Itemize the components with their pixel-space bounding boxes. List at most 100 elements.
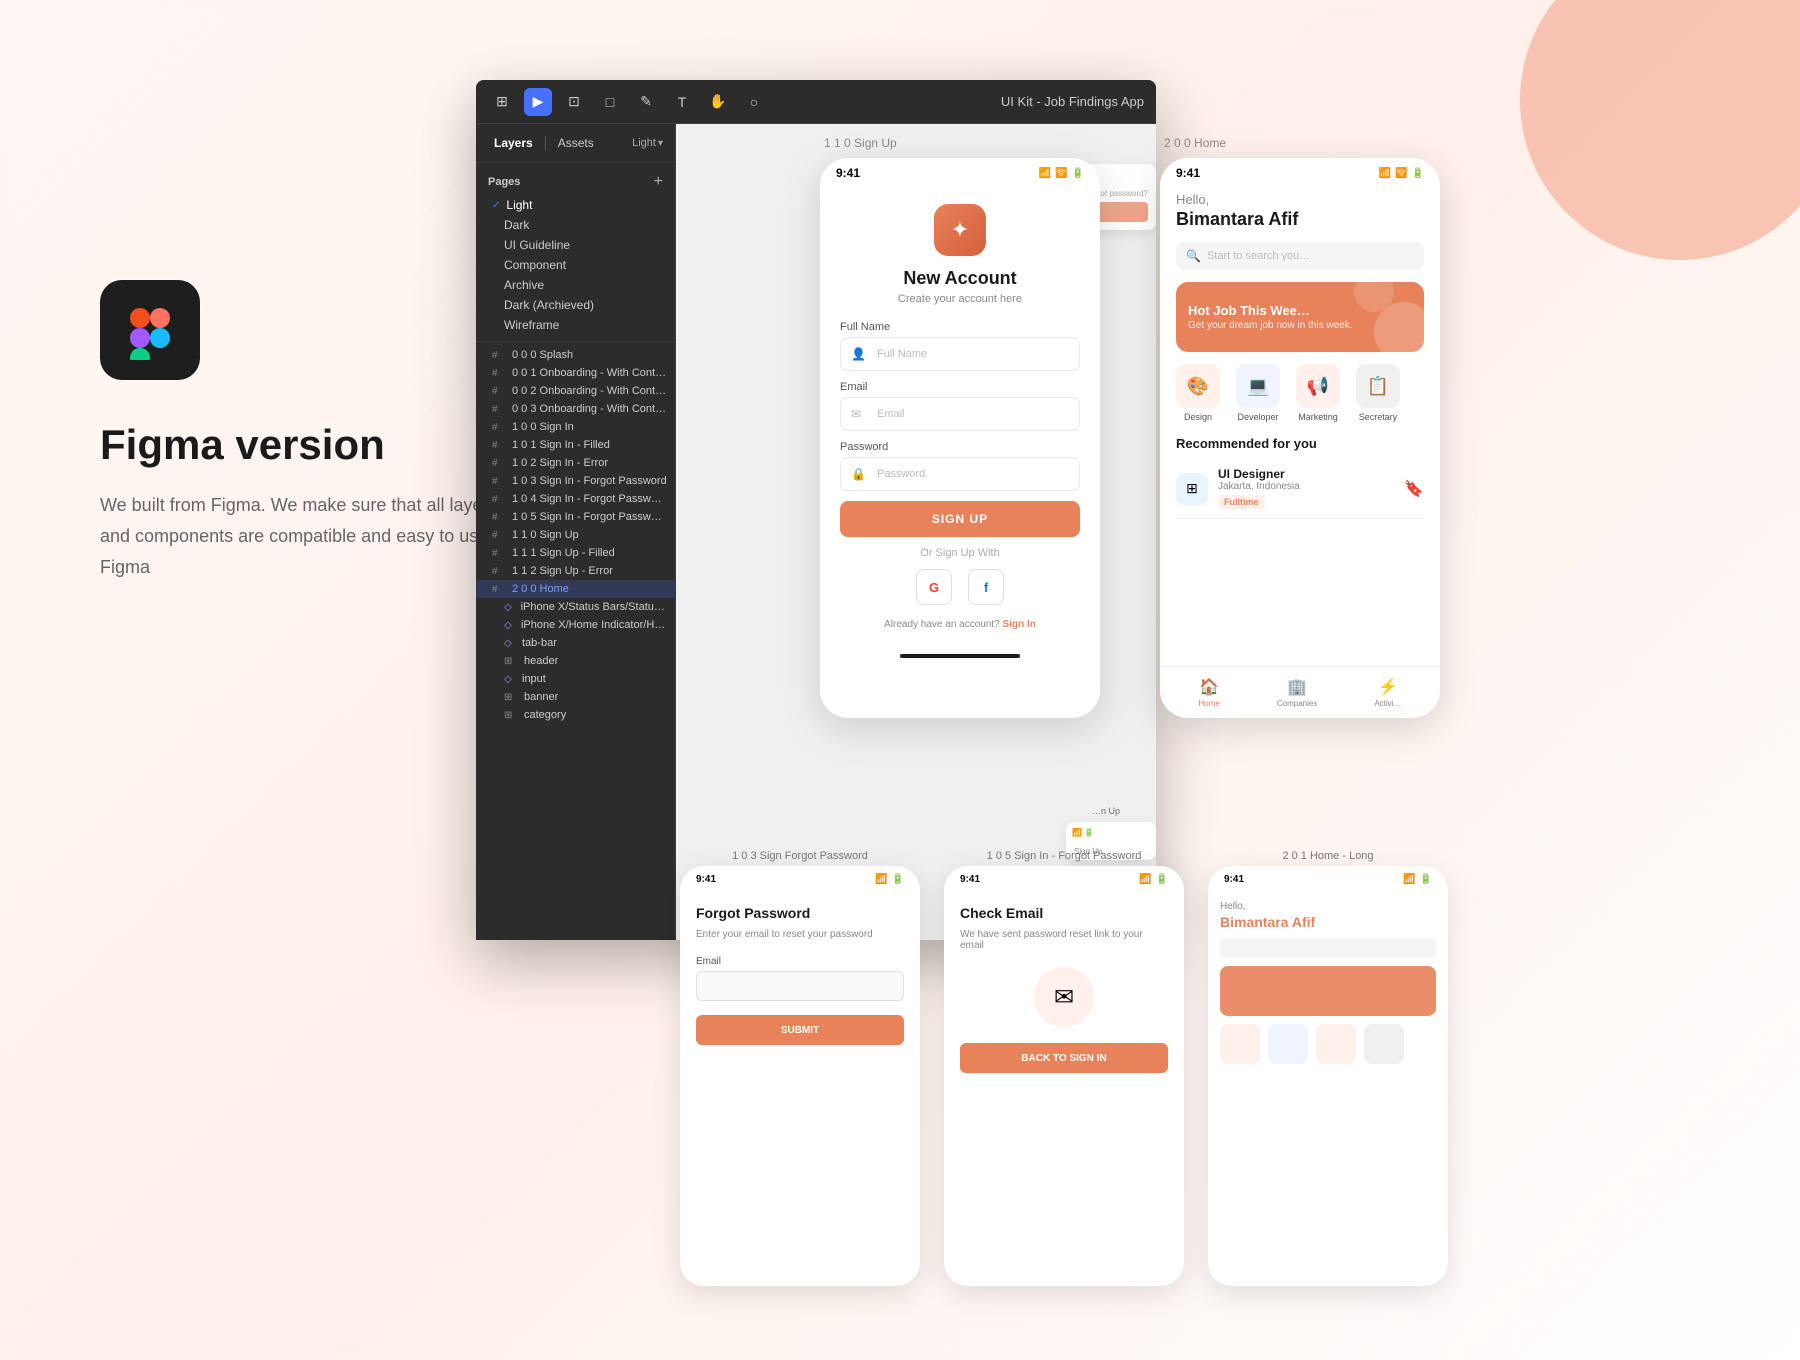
forgot-2-back-button[interactable]: BACK TO SIGN IN	[960, 1043, 1168, 1073]
theme-chevron: ▾	[658, 138, 663, 149]
bookmark-icon[interactable]: 🔖	[1404, 479, 1424, 499]
toolbar-shape-icon[interactable]: □	[596, 88, 624, 116]
layer-100-signin[interactable]: # 1 0 0 Sign In	[476, 418, 675, 436]
component-icon: ◇	[504, 602, 515, 613]
panel-tabs: Layers Assets Light ▾	[476, 124, 675, 163]
layer-001-onboarding[interactable]: # 0 0 1 Onboarding - With Control -…	[476, 364, 675, 382]
page-item-dark[interactable]: Dark	[476, 215, 675, 235]
layer-group-icon: ⊞	[504, 656, 518, 667]
battery-icon: 🔋	[892, 874, 904, 885]
layer-frame-icon: #	[492, 458, 506, 469]
home-search-bar[interactable]: 🔍 Start to search you…	[1176, 242, 1424, 270]
email-sent-icon: ✉	[1034, 967, 1094, 1027]
forgot-1-submit-button[interactable]: SUBMIT	[696, 1015, 904, 1045]
layer-category[interactable]: ⊞ category	[476, 706, 675, 724]
status-time: 9:41	[836, 166, 860, 180]
home-long-status-bar: 9:41 📶 🔋	[1208, 866, 1448, 889]
home-long-banner	[1220, 966, 1436, 1016]
signup-button[interactable]: SIGN UP	[840, 501, 1080, 537]
pages-header: Pages +	[476, 169, 675, 195]
toolbar-frame-icon[interactable]: ⊡	[560, 88, 588, 116]
cat-icon-2	[1268, 1024, 1308, 1064]
signal-icon: 📶	[875, 874, 887, 885]
nav-item-companies[interactable]: 🏢 Companies	[1277, 677, 1317, 708]
layer-iphone-statusbar[interactable]: ◇ iPhone X/Status Bars/Status Ba…	[476, 598, 675, 616]
password-label: Password	[840, 441, 1080, 453]
toolbar-cursor-icon[interactable]: ▶	[524, 88, 552, 116]
layer-000-splash[interactable]: # 0 0 0 Splash	[476, 346, 675, 364]
layer-banner[interactable]: ⊞ banner	[476, 688, 675, 706]
job-card-ui-designer[interactable]: ⊞ UI Designer Jakarta, Indonesia Fulltim…	[1176, 459, 1424, 519]
tab-assets[interactable]: Assets	[552, 132, 600, 154]
signin-link[interactable]: Sign In	[1003, 619, 1036, 630]
layer-103-forgot[interactable]: # 1 0 3 Sign In - Forgot Password	[476, 472, 675, 490]
signup-screen-container: 1 1 0 Sign Up 9:41 📶 🛜 🔋 ✦ New Account C…	[820, 158, 1100, 718]
layer-102-signin-error[interactable]: # 1 0 2 Sign In - Error	[476, 454, 675, 472]
fullname-input[interactable]: 👤 Full Name	[840, 337, 1080, 371]
pages-label: Pages	[488, 176, 520, 188]
page-item-light[interactable]: Light	[476, 195, 675, 215]
company-logo-slack: ⊞	[1176, 473, 1208, 505]
layer-header[interactable]: ⊞ header	[476, 652, 675, 670]
password-input[interactable]: 🔒 Password	[840, 457, 1080, 491]
layer-frame-icon: #	[492, 584, 506, 595]
toolbar-grid-icon[interactable]: ⊞	[488, 88, 516, 116]
toolbar-comment-icon[interactable]: ○	[740, 88, 768, 116]
secretary-label: Secretary	[1359, 412, 1398, 422]
page-item-component[interactable]: Component	[476, 255, 675, 275]
home-hello-text: Hello,	[1176, 192, 1424, 207]
home-long-label: 2 0 1 Home - Long	[1282, 850, 1373, 862]
pages-add-button[interactable]: +	[654, 173, 663, 191]
toolbar-hand-icon[interactable]: ✋	[704, 88, 732, 116]
layer-input[interactable]: ◇ input	[476, 670, 675, 688]
wifi-icon: 🛜	[1055, 168, 1067, 179]
job-title: UI Designer	[1218, 467, 1394, 481]
left-panel: Layers Assets Light ▾ Pages + Light Dark	[476, 124, 676, 940]
design-icon: 🎨	[1187, 376, 1209, 397]
toolbar-text-icon[interactable]: T	[668, 88, 696, 116]
layer-200-home[interactable]: # 2 0 0 Home	[476, 580, 675, 598]
component-icon: ◇	[504, 674, 516, 685]
forgot-1-status-bar: 9:41 📶 🔋	[680, 866, 920, 889]
cat-icon-1	[1220, 1024, 1260, 1064]
category-marketing[interactable]: 📢 Marketing	[1296, 364, 1340, 422]
page-item-dark-archived[interactable]: Dark (Archieved)	[476, 295, 675, 315]
layer-111-signup-filled[interactable]: # 1 1 1 Sign Up - Filled	[476, 544, 675, 562]
forgot-1-content: Forgot Password Enter your email to rese…	[680, 889, 920, 1061]
layer-105-forgot-r[interactable]: # 1 0 5 Sign In - Forgot Password - R…	[476, 508, 675, 526]
layer-frame-icon: #	[492, 566, 506, 577]
forgot-2-time: 9:41	[960, 874, 980, 885]
home-status-time: 9:41	[1176, 166, 1200, 180]
home-status-icons: 📶 🛜 🔋	[1379, 168, 1424, 179]
toolbar-pen-icon[interactable]: ✎	[632, 88, 660, 116]
layer-112-signup-error[interactable]: # 1 1 2 Sign Up - Error	[476, 562, 675, 580]
facebook-signin-button[interactable]: f	[968, 569, 1004, 605]
status-icons: 📶 🛜 🔋	[1039, 168, 1084, 179]
layer-003-onboarding[interactable]: # 0 0 3 Onboarding - With Control -…	[476, 400, 675, 418]
tab-layers[interactable]: Layers	[488, 132, 539, 154]
forgot-1-email-input[interactable]	[696, 971, 904, 1001]
category-secretary[interactable]: 📋 Secretary	[1356, 364, 1400, 422]
category-design[interactable]: 🎨 Design	[1176, 364, 1220, 422]
layer-101-signin-filled[interactable]: # 1 0 1 Sign In - Filled	[476, 436, 675, 454]
layer-110-signup[interactable]: # 1 1 0 Sign Up	[476, 526, 675, 544]
home-screen-label: 2 0 0 Home	[1164, 136, 1226, 150]
nav-item-activity[interactable]: ⚡ Activi…	[1374, 677, 1401, 708]
home-status-bar: 9:41 📶 🛜 🔋	[1160, 158, 1440, 184]
search-icon: 🔍	[1186, 249, 1201, 263]
page-item-wireframe[interactable]: Wireframe	[476, 315, 675, 335]
layer-tab-bar[interactable]: ◇ tab-bar	[476, 634, 675, 652]
page-item-archive[interactable]: Archive	[476, 275, 675, 295]
layers-list: # 0 0 0 Splash # 0 0 1 Onboarding - With…	[476, 342, 675, 940]
nav-item-home[interactable]: 🏠 Home	[1199, 677, 1220, 708]
home-long-search[interactable]	[1220, 938, 1436, 958]
layer-002-onboarding[interactable]: # 0 0 2 Onboarding - With Control -…	[476, 382, 675, 400]
google-signin-button[interactable]: G	[916, 569, 952, 605]
layer-104-forgot-fi[interactable]: # 1 0 4 Sign In - Forgot Password - Fi…	[476, 490, 675, 508]
recommended-title: Recommended for you	[1176, 436, 1424, 451]
page-item-guideline[interactable]: UI Guideline	[476, 235, 675, 255]
email-input[interactable]: ✉ Email	[840, 397, 1080, 431]
layer-iphone-home-indicator[interactable]: ◇ iPhone X/Home Indicator/Hom…	[476, 616, 675, 634]
already-account-text: Already have an account? Sign In	[840, 619, 1080, 630]
category-developer[interactable]: 💻 Developer	[1236, 364, 1280, 422]
